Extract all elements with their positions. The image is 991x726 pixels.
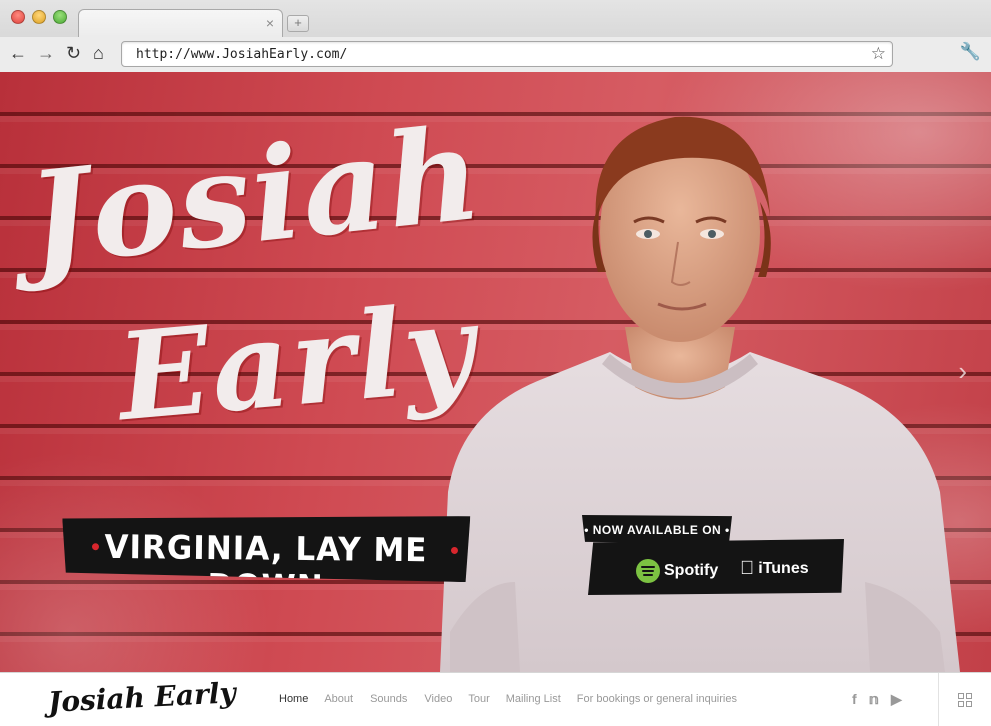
wrench-icon[interactable]: 🔧 [960, 42, 981, 62]
nav-item-sounds[interactable]: Sounds [370, 693, 407, 705]
spotify-link[interactable]: Spotify [636, 559, 718, 583]
nav-item-home[interactable]: Home [279, 693, 308, 705]
window-minimize-button[interactable] [32, 10, 46, 24]
youtube-icon[interactable]: ▶ [891, 691, 902, 708]
album-banner[interactable]: VIRGINIA, LAY ME DOWN [62, 512, 471, 582]
available-label: • NOW AVAILABLE ON • [584, 523, 730, 537]
availability-badge: Spotify  iTunes • NOW AVAILABLE ON • [582, 515, 844, 595]
hero-title: Josiah Early [18, 99, 489, 502]
home-icon[interactable]: ⌂ [93, 43, 104, 63]
arrow-left-icon[interactable]: ← [9, 43, 27, 63]
available-label-strip: • NOW AVAILABLE ON • [582, 515, 732, 543]
nav-item-tour[interactable]: Tour [468, 693, 489, 705]
arrow-right-icon[interactable]: → [37, 43, 55, 63]
nav-item-video[interactable]: Video [424, 693, 452, 705]
facebook-icon[interactable]: f [852, 691, 857, 708]
itunes-label: iTunes [744, 559, 808, 577]
nav-item-bookings[interactable]: For bookings or general inquiries [577, 693, 737, 705]
window-maximize-button[interactable] [53, 10, 67, 24]
reload-icon[interactable]: ↻ [66, 43, 81, 63]
new-tab-button[interactable]: + [287, 15, 309, 32]
grid-icon[interactable] [958, 693, 972, 707]
nav-item-mailing-list[interactable]: Mailing List [506, 693, 561, 705]
site-logo[interactable]: Josiah Early [47, 676, 236, 719]
banner-dot [451, 547, 458, 554]
address-bar[interactable]: http://www.JosiahEarly.com/ ☆ [121, 41, 893, 67]
tab-close-icon[interactable]: × [266, 15, 274, 31]
browser-chrome: × + ← → ↻ ⌂ http://www.JosiahEarly.com/ … [0, 0, 991, 72]
star-icon[interactable]: ☆ [871, 44, 886, 64]
nav-divider [938, 673, 939, 726]
main-menu: Home About Sounds Video Tour Mailing Lis… [279, 693, 737, 705]
hero-banner: Josiah Early VIRGINIA, LAY ME Spotify iT… [0, 72, 991, 672]
url-text[interactable]: http://www.JosiahEarly.com/ [136, 47, 347, 62]
social-links: f 𝕟 ▶ [852, 691, 902, 708]
chevron-right-icon[interactable]: › [958, 356, 967, 387]
window-close-button[interactable] [11, 10, 25, 24]
site-nav: Josiah Early Home About Sounds Video Tou… [0, 672, 991, 726]
spotify-label: Spotify [664, 562, 719, 579]
apple-icon:  [740, 559, 754, 579]
twitter-icon[interactable]: 𝕟 [869, 691, 879, 708]
browser-toolbar: ← → ↻ ⌂ http://www.JosiahEarly.com/ ☆ 🔧 [0, 37, 991, 72]
itunes-link[interactable]:  iTunes [740, 559, 809, 579]
browser-tab[interactable]: × [78, 9, 283, 37]
spotify-icon [636, 559, 660, 583]
nav-item-about[interactable]: About [324, 693, 353, 705]
services-strip: Spotify  iTunes [588, 539, 844, 595]
window-controls [11, 10, 67, 24]
